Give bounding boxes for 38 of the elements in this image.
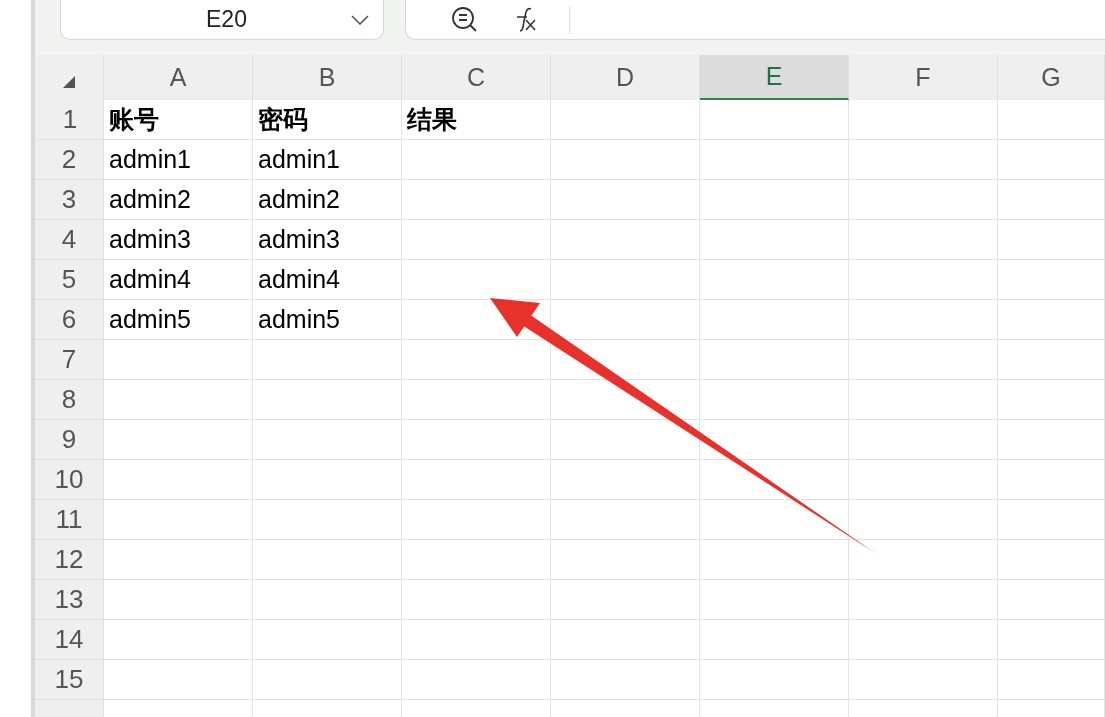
select-all-icon[interactable] xyxy=(63,76,75,88)
table-cell: 账号 xyxy=(104,100,253,140)
row-header[interactable]: 15 xyxy=(35,660,104,700)
row-header[interactable]: 11 xyxy=(35,500,104,540)
table-cell: admin4 xyxy=(253,260,402,300)
row-header[interactable]: 10 xyxy=(35,460,104,500)
row-header[interactable]: 13 xyxy=(35,580,104,620)
table-cell: admin2 xyxy=(104,180,253,220)
chevron-down-icon[interactable] xyxy=(351,14,369,25)
row-header[interactable]: 12 xyxy=(35,540,104,580)
row-header[interactable]: 4 xyxy=(35,220,104,260)
column-header[interactable]: E xyxy=(700,55,849,100)
row-header[interactable]: 7 xyxy=(35,340,104,380)
table-cell: 结果 xyxy=(402,100,551,140)
table-cell: admin5 xyxy=(253,300,402,340)
column-header[interactable]: A xyxy=(104,55,253,100)
row-header[interactable]: 6 xyxy=(35,300,104,340)
table-cell: admin1 xyxy=(253,140,402,180)
table-cell: admin1 xyxy=(104,140,253,180)
row-header[interactable]: 8 xyxy=(35,380,104,420)
row-header[interactable]: 5 xyxy=(35,260,104,300)
row-header[interactable]: 9 xyxy=(35,420,104,460)
table-cell: 密码 xyxy=(253,100,402,140)
table-cell: admin3 xyxy=(104,220,253,260)
cell-reference: E20 xyxy=(206,5,247,35)
table-cell: admin5 xyxy=(104,300,253,340)
row-header[interactable]: 2 xyxy=(35,140,104,180)
column-header[interactable]: F xyxy=(849,55,998,100)
table-cell: admin3 xyxy=(253,220,402,260)
row-header[interactable]: 3 xyxy=(35,180,104,220)
row-header[interactable]: 1 xyxy=(35,100,104,140)
table-cell: admin4 xyxy=(104,260,253,300)
name-box[interactable]: E20 xyxy=(60,0,384,40)
row-header[interactable]: 14 xyxy=(35,620,104,660)
table-cell: admin2 xyxy=(253,180,402,220)
column-header[interactable]: B xyxy=(253,55,402,100)
column-header[interactable]: G xyxy=(998,55,1105,100)
column-header[interactable]: C xyxy=(402,55,551,100)
